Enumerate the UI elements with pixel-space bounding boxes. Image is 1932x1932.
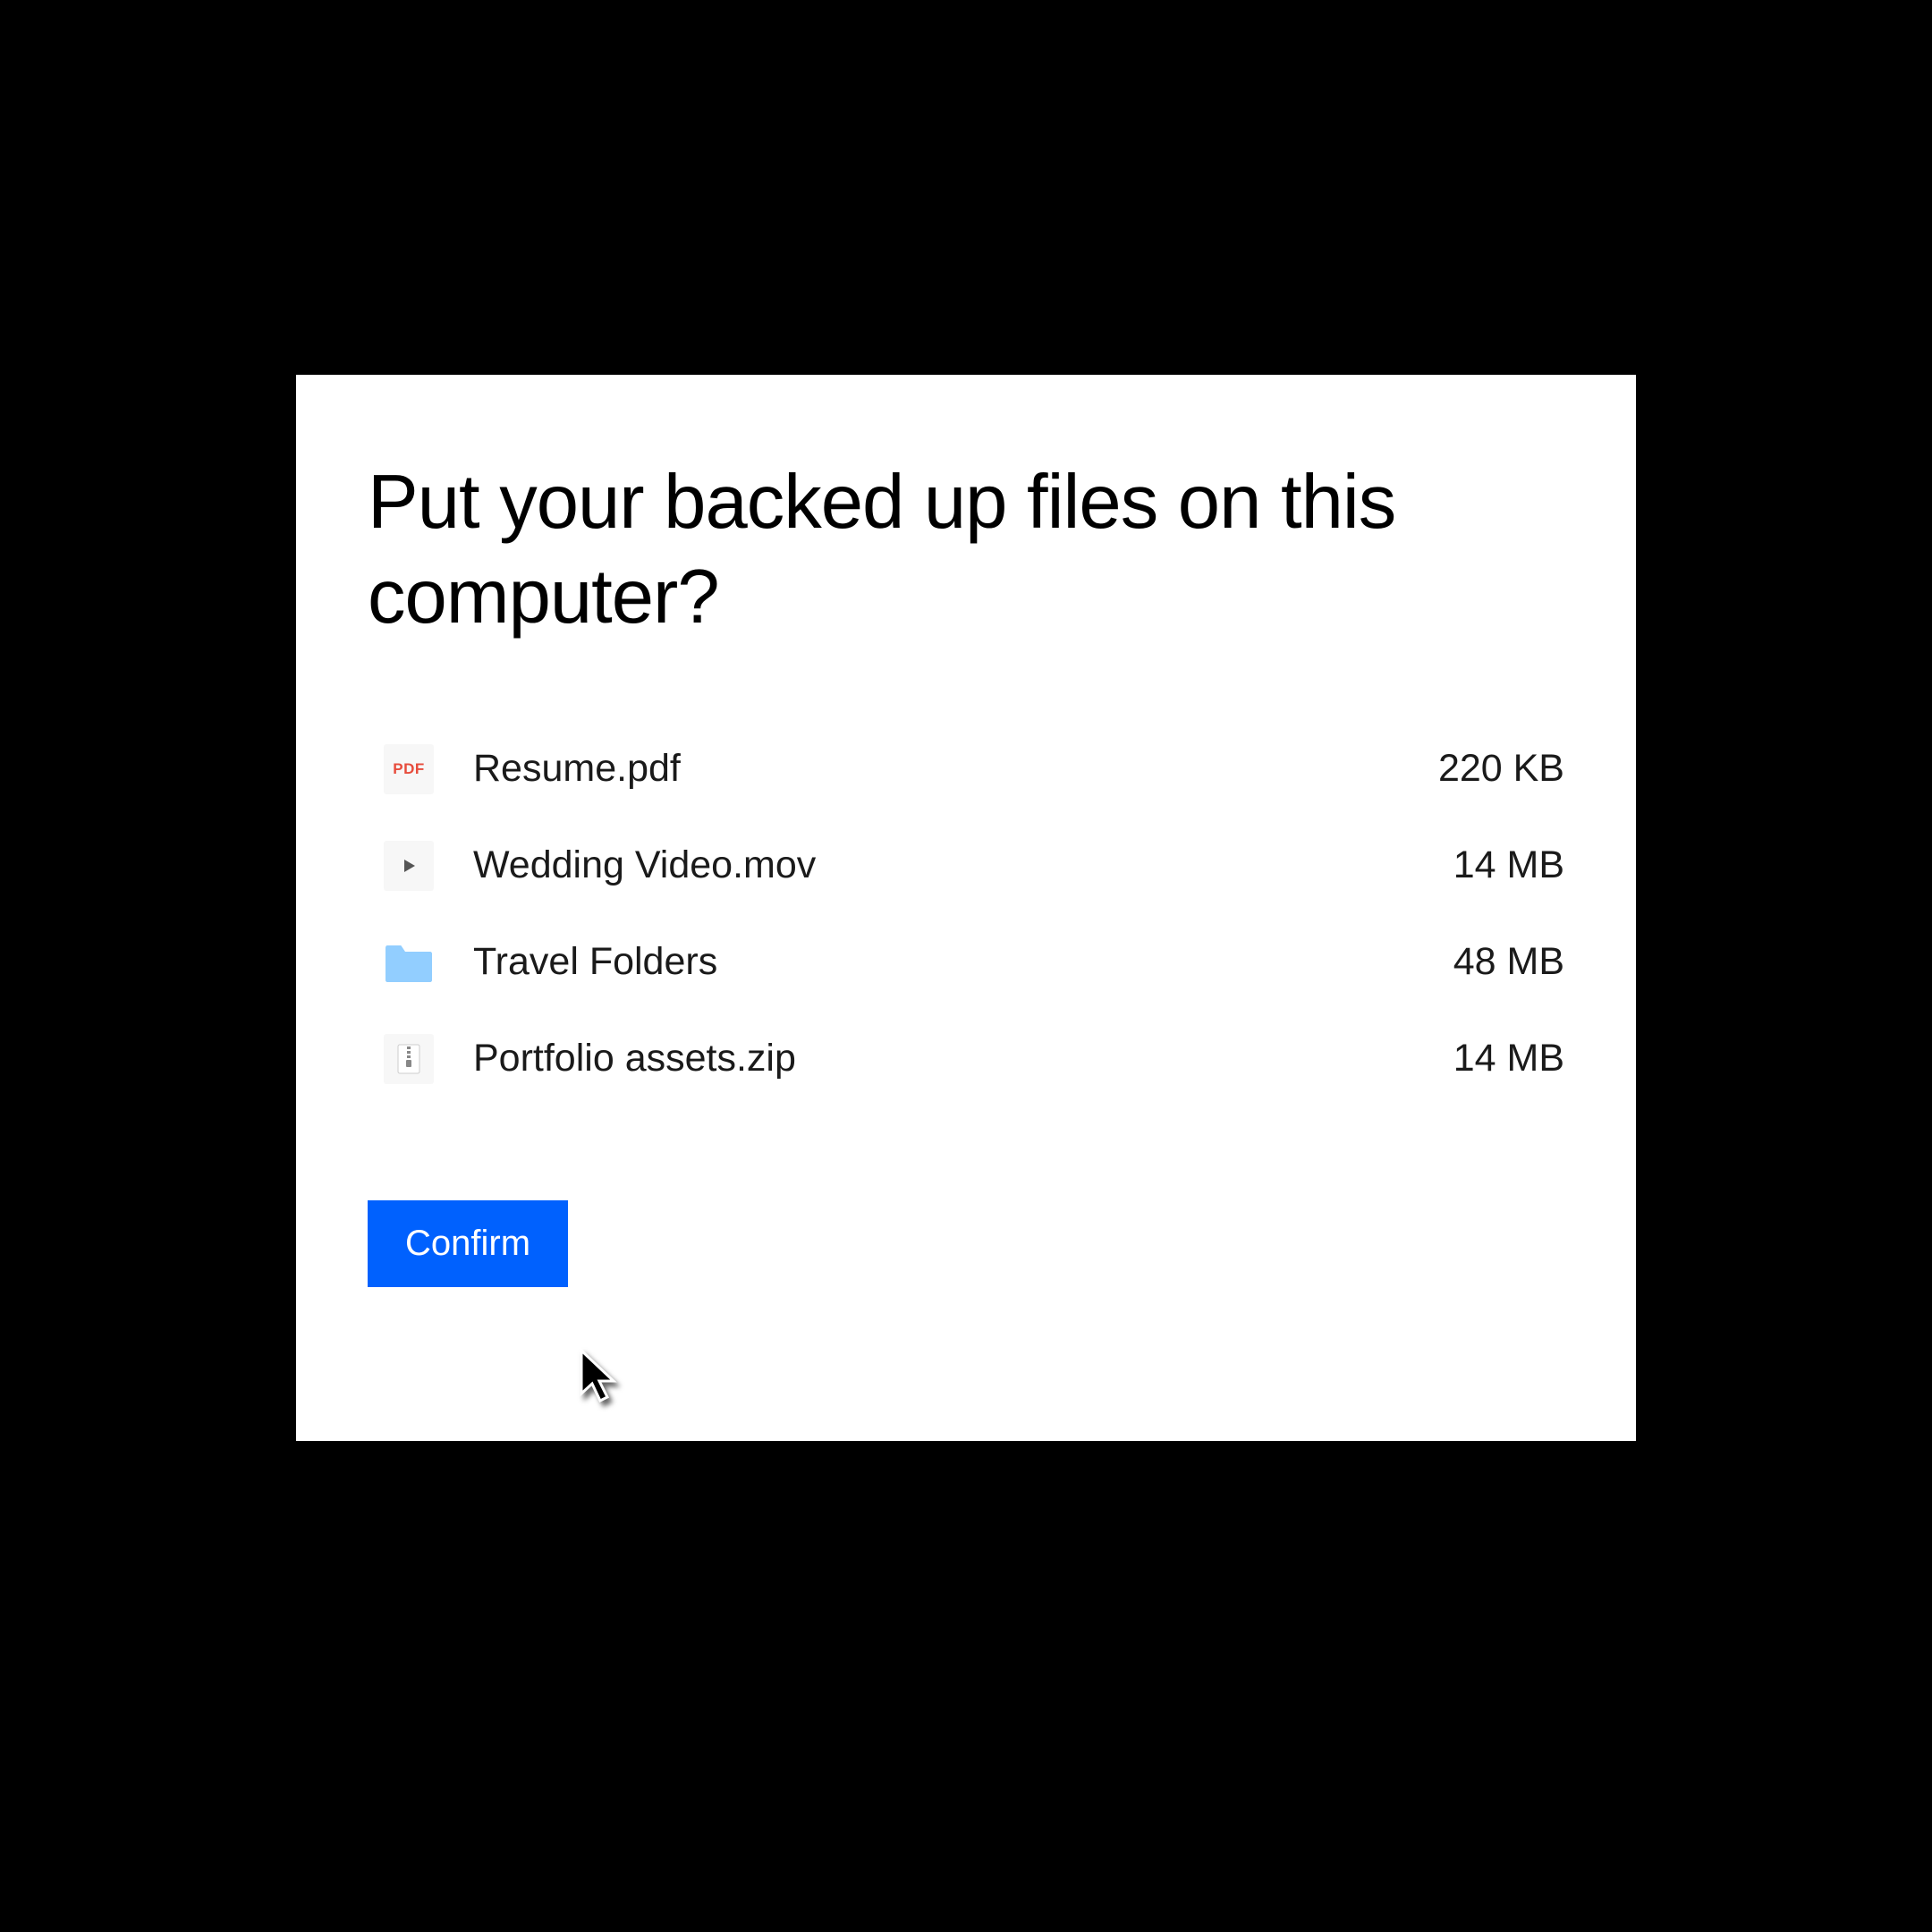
file-row: Wedding Video.mov 14 MB: [384, 841, 1564, 891]
file-name: Resume.pdf: [473, 747, 1399, 791]
file-name: Travel Folders: [473, 940, 1414, 984]
file-row: Travel Folders 48 MB: [384, 937, 1564, 987]
restore-files-dialog: Put your backed up files on this compute…: [296, 375, 1636, 1441]
file-name: Wedding Video.mov: [473, 843, 1414, 887]
file-list: PDF Resume.pdf 220 KB Wedding Video.mov …: [368, 744, 1564, 1084]
file-size: 14 MB: [1453, 843, 1564, 887]
video-icon: [384, 841, 434, 891]
file-size: 220 KB: [1438, 747, 1564, 791]
zip-icon: [384, 1034, 434, 1084]
file-row: PDF Resume.pdf 220 KB: [384, 744, 1564, 794]
file-name: Portfolio assets.zip: [473, 1037, 1414, 1080]
pdf-icon: PDF: [384, 744, 434, 794]
file-size: 48 MB: [1453, 940, 1564, 984]
file-row: Portfolio assets.zip 14 MB: [384, 1034, 1564, 1084]
cursor-icon: [578, 1347, 624, 1412]
file-size: 14 MB: [1453, 1037, 1564, 1080]
folder-icon: [384, 937, 434, 987]
confirm-button[interactable]: Confirm: [368, 1200, 568, 1287]
dialog-title: Put your backed up files on this compute…: [368, 455, 1564, 646]
